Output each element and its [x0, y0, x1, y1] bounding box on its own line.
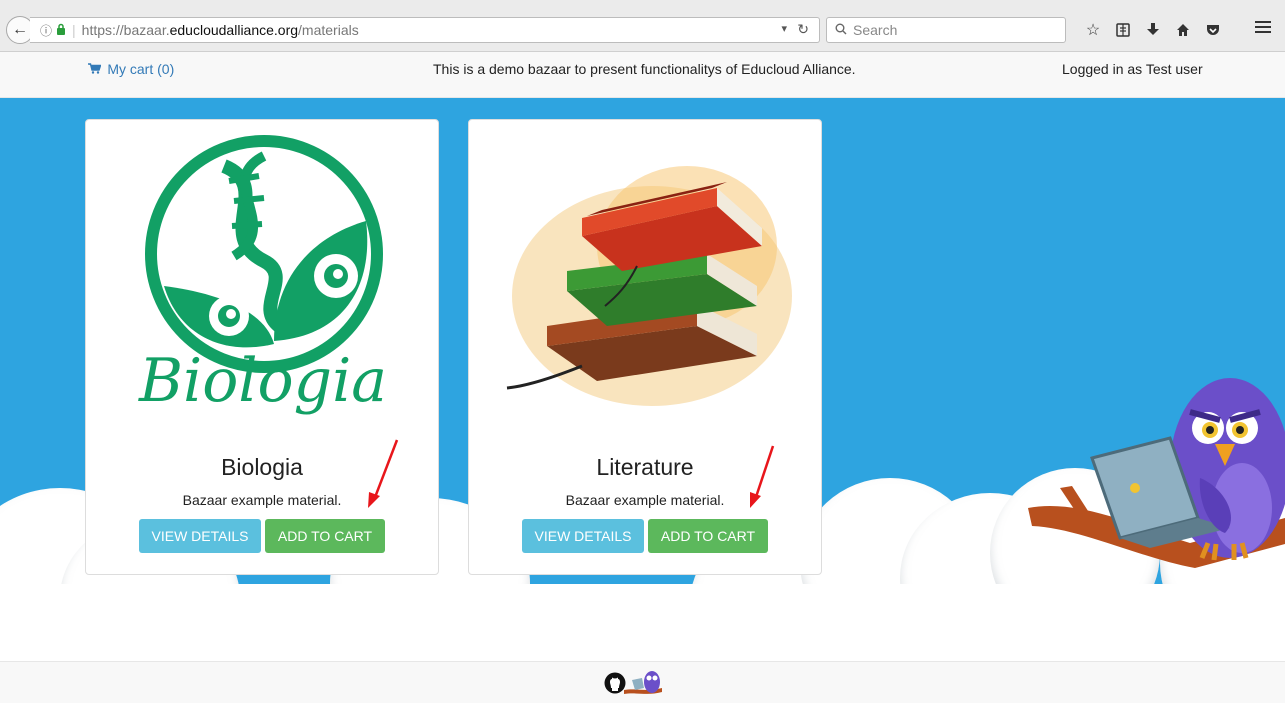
books-stack-icon [506, 166, 792, 406]
url-dropdown-icon[interactable]: ▾ [781, 22, 787, 35]
hamburger-menu-icon[interactable] [1255, 18, 1271, 39]
url-prefix: https://bazaar. [81, 22, 170, 38]
demo-message: This is a demo bazaar to present functio… [433, 61, 856, 77]
add-to-cart-button[interactable]: ADD TO CART [265, 519, 385, 553]
search-input[interactable]: Search [826, 17, 1066, 43]
pocket-icon[interactable] [1198, 18, 1228, 42]
lock-icon [56, 23, 66, 38]
url-path: /materials [298, 22, 359, 38]
annotation-arrow-icon [750, 445, 775, 508]
logged-in-status: Logged in as Test user [1062, 61, 1203, 77]
owl-mascot-icon [1028, 378, 1285, 568]
search-placeholder: Search [853, 22, 898, 38]
material-card-biologia: Biologia Biologia Bazaar example materia… [85, 119, 439, 575]
url-domain: educloudalliance.org [169, 22, 299, 38]
search-icon [835, 23, 847, 38]
owl-mascot-small-icon[interactable] [622, 670, 664, 696]
add-to-cart-button[interactable]: ADD TO CART [648, 519, 768, 553]
biologia-logo-text: Biologia [138, 346, 387, 416]
page-footer [0, 661, 1285, 703]
biologia-logo-icon: Biologia [138, 135, 387, 416]
download-icon[interactable] [1138, 18, 1168, 42]
top-navbar: My cart (0) This is a demo bazaar to pre… [0, 52, 1285, 98]
reading-list-icon[interactable] [1108, 18, 1138, 42]
my-cart-link[interactable]: My cart (0) [88, 61, 174, 77]
bookmark-star-icon[interactable]: ☆ [1078, 18, 1108, 42]
address-bar[interactable]: ⓘ | https://bazaar. educloudalliance.org /… [30, 17, 820, 43]
url-separator: | [72, 22, 76, 38]
view-details-button[interactable]: VIEW DETAILS [522, 519, 644, 553]
material-card-literature: Literature Bazaar example material. VIEW… [468, 119, 822, 575]
my-cart-label[interactable]: My cart (0) [107, 61, 174, 77]
browser-toolbar: ← ⓘ | https://bazaar. educloudalliance.or… [0, 0, 1285, 52]
reload-icon[interactable]: ↻ [797, 21, 809, 38]
view-details-button[interactable]: VIEW DETAILS [139, 519, 261, 553]
annotation-arrow-icon [368, 439, 399, 508]
back-arrow-icon: ← [12, 21, 28, 38]
site-info-icon[interactable]: ⓘ [40, 22, 52, 39]
cart-icon [88, 63, 104, 77]
home-icon[interactable] [1168, 18, 1198, 42]
